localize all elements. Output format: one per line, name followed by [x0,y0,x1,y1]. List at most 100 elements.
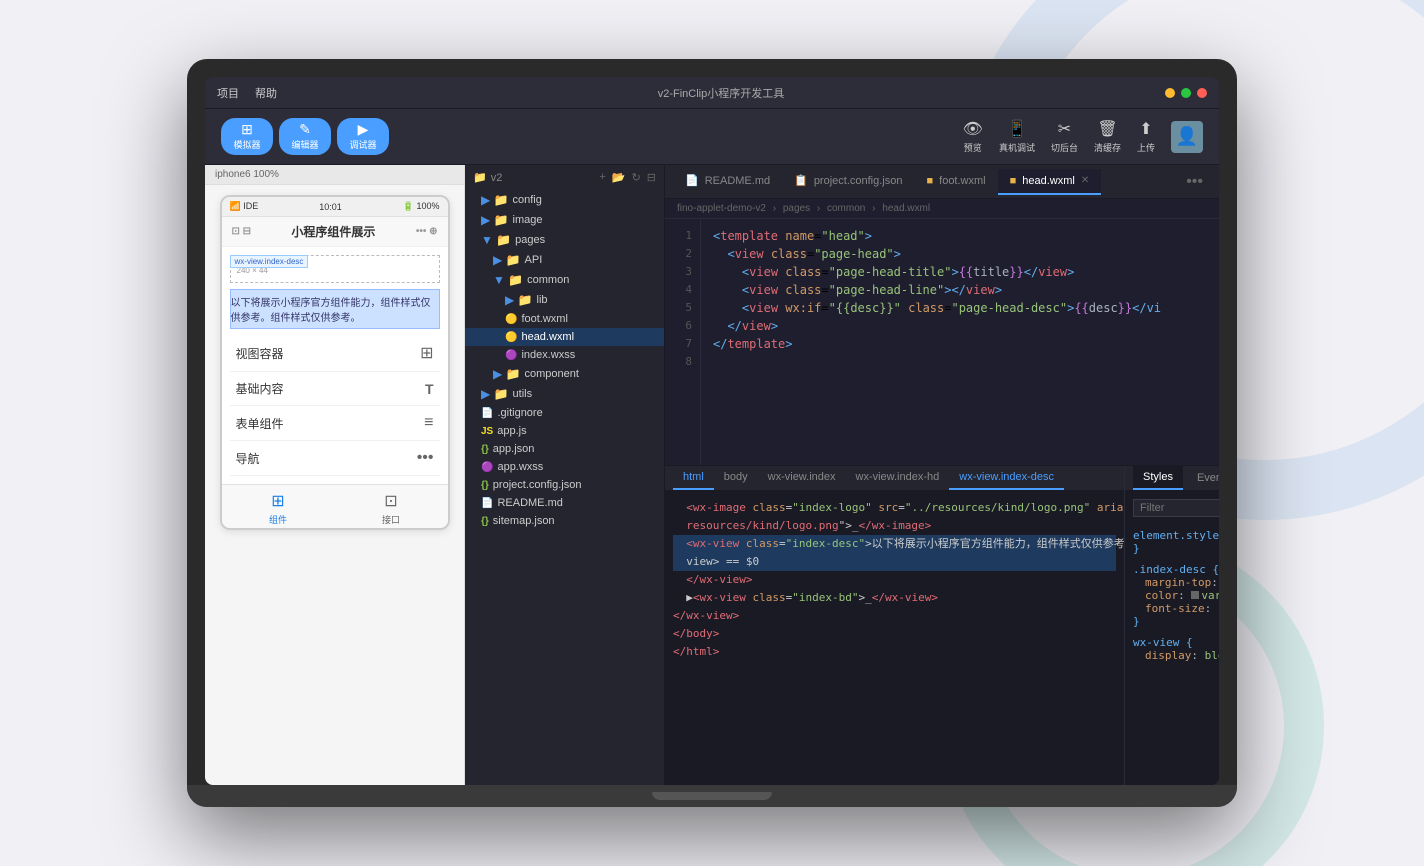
tab-project-config[interactable]: 📋 project.config.json [782,168,914,195]
style-section-wx-view: wx-view { localfile:/.index.css:2 displa… [1133,636,1219,662]
phone-status-bar: 📶 IDE 10:01 🔋 100% [222,197,448,217]
breadcrumb-part-1: pages [783,203,810,214]
devtools-tab-event[interactable]: Event Listeners [1187,467,1219,489]
close-button[interactable] [1197,88,1207,98]
device-info: iphone6 100% [205,165,464,185]
tab-head[interactable]: ■ head.wxml ✕ [998,169,1102,195]
phone-row-nav[interactable]: 导航 ••• [230,441,440,476]
upload-action[interactable]: ⬆ 上传 [1137,119,1155,154]
html-tree-line-2: <wx-view class="index-desc">以下将展示小程序官方组件… [673,535,1116,553]
collapse-icon[interactable]: ⊟ [647,171,656,184]
cut-backend-action[interactable]: ✂ 切后台 [1051,119,1078,154]
tree-item-lib[interactable]: ▶ 📁 lib [465,290,664,310]
file-tree-root-label: v2 [491,172,503,184]
phone-menu-btn[interactable]: ••• ⊕ [416,226,438,237]
style-filter-input[interactable] [1133,499,1219,517]
devtools-tabs-bar: Styles Event Listeners DOM Breakpoints P… [1125,466,1219,491]
folder-icon: ▶ 📁 [505,293,533,307]
tab-project-label: project.config.json [814,175,903,187]
phone-row-view-container[interactable]: 视图容器 ⊞ [230,335,440,372]
tree-item-image[interactable]: ▶ 📁 image [465,210,664,230]
tree-item-component[interactable]: ▶ 📁 component [465,364,664,384]
phone-title-bar: ⊡ ⊟ 小程序组件展示 ••• ⊕ [222,217,448,247]
line-num-6: 6 [665,317,700,335]
tree-item-foot-wxml[interactable]: 🟡 foot.wxml [465,310,664,328]
html-tree-tab-wxview-desc[interactable]: wx-view.index-desc [949,466,1064,490]
tree-item-common[interactable]: ▼ 📁 common [465,270,664,290]
style-section-index-desc: .index-desc { <style> margin-top: 10px; … [1133,563,1219,628]
ide-topbar: 项目 帮助 v2-FinClip小程序开发工具 [205,77,1219,109]
clear-cache-action[interactable]: 🗑 清缓存 [1094,119,1121,154]
component-label: wx-view.index-desc [230,255,309,268]
tree-item-head-wxml[interactable]: 🟡 head.wxml [465,328,664,346]
folder-icon: ▶ 📁 [493,253,521,267]
tree-item-pages[interactable]: ▼ 📁 pages [465,230,664,250]
avatar-icon: 👤 [1176,126,1198,147]
component-block: wx-view.index-desc 240 × 44 [230,255,440,283]
tree-item-app-wxss[interactable]: 🟣 app.wxss [465,458,664,476]
real-machine-icon: 📱 [1007,119,1027,139]
breadcrumb-sep-1: › [817,203,820,214]
phone-row-basic-content[interactable]: 基础内容 T [230,372,440,406]
html-tree-line-5: ▶<wx-view class="index-bd">_</wx-view> [673,589,1116,607]
add-folder-icon[interactable]: 📂 [612,171,626,184]
editor-button[interactable]: ✎ 编辑器 [279,118,331,155]
tab-readme[interactable]: 📄 README.md [673,168,782,195]
code-line-7: </template> [713,335,1207,353]
tree-item-gitignore[interactable]: 📄 .gitignore [465,404,664,422]
tree-item-sitemap[interactable]: {} sitemap.json [465,512,664,530]
file-tree-header: 📁 v2 + 📂 ↻ ⊟ [465,165,664,190]
simulator-button[interactable]: ⊞ 模拟器 [221,118,273,155]
menu-help[interactable]: 帮助 [255,85,277,101]
real-machine-action[interactable]: 📱 真机调试 [999,119,1035,154]
tree-item-app-js[interactable]: JS app.js [465,422,664,440]
tab-foot-label: foot.wxml [939,175,985,187]
preview-action[interactable]: 👁 预览 [963,119,983,154]
user-avatar[interactable]: 👤 [1171,121,1203,153]
nav-tab-component[interactable]: ⊞ 组件 [222,491,335,526]
tree-item-label: lib [537,294,548,306]
code-area: 1 2 3 4 5 6 7 8 <template name="head"> <… [665,219,1219,465]
phone-mockup: 📶 IDE 10:01 🔋 100% ⊡ ⊟ 小程序组件展示 ••• ⊕ [220,195,450,530]
maximize-button[interactable] [1181,88,1191,98]
wxml-icon: 🟡 [505,314,517,325]
refresh-icon[interactable]: ↻ [632,171,641,184]
code-content[interactable]: <template name="head"> <view class="page… [701,219,1219,465]
tab-foot[interactable]: ■ foot.wxml [914,169,997,195]
style-prop-display: display: block; [1145,649,1219,662]
style-rule-close: } [1133,615,1219,628]
debug-button[interactable]: ▶ 调试器 [337,118,389,155]
more-tabs-button[interactable]: ••• [1178,173,1211,191]
phone-back-btn[interactable]: ⊡ ⊟ [232,226,252,237]
breadcrumb-part-2: common [827,203,865,214]
html-tree-tab-wxview-hd[interactable]: wx-view.index-hd [846,466,950,490]
code-line-8 [713,353,1207,371]
folder-icon: ▶ 📁 [481,387,509,401]
tree-item-app-json[interactable]: {} app.json [465,440,664,458]
generic-icon: 📄 [481,498,493,509]
nav-tab-interface[interactable]: ⊡ 接口 [335,491,448,526]
tab-project-icon: 📋 [794,174,808,187]
code-editor: 📄 README.md 📋 project.config.json ■ foot… [665,165,1219,785]
wx-view-style-body: display: block; [1133,649,1219,662]
html-tree-tab-wxview-index[interactable]: wx-view.index [758,466,846,490]
basic-content-label: 基础内容 [236,380,284,397]
tree-item-label: app.wxss [497,461,543,473]
tree-item-label: app.json [493,443,535,455]
devtools-tab-styles[interactable]: Styles [1133,466,1183,490]
tree-item-index-wxss[interactable]: 🟣 index.wxss [465,346,664,364]
tree-item-readme[interactable]: 📄 README.md [465,494,664,512]
style-prop-margin: margin-top: 10px; [1145,576,1219,589]
wxml-icon: 🟡 [505,332,517,343]
tree-item-utils[interactable]: ▶ 📁 utils [465,384,664,404]
menu-project[interactable]: 项目 [217,85,239,101]
tree-item-api[interactable]: ▶ 📁 API [465,250,664,270]
phone-row-form[interactable]: 表单组件 ≡ [230,406,440,441]
tree-item-config[interactable]: ▶ 📁 config [465,190,664,210]
html-tree-tab-outline[interactable]: html [673,466,714,490]
minimize-button[interactable] [1165,88,1175,98]
tab-close-icon[interactable]: ✕ [1081,175,1089,186]
tree-item-project-config[interactable]: {} project.config.json [465,476,664,494]
html-tree-tab-body[interactable]: body [714,466,758,490]
add-file-icon[interactable]: + [599,171,605,184]
